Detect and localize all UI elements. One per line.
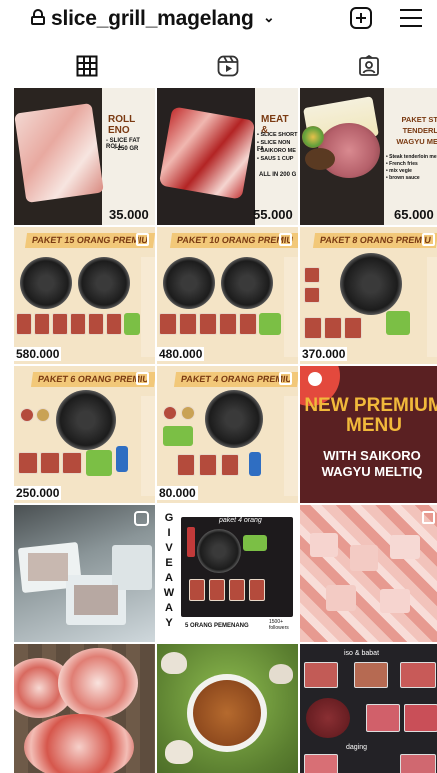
post-detail: • brown sauce [386,175,420,181]
hamburger-menu-button[interactable] [400,9,422,27]
carousel-icon [279,233,292,246]
post-detail: • SAIKORO ME [257,148,296,154]
tab-posts-grid[interactable] [14,46,159,86]
post-thumbnail[interactable]: PAKET 10 ORANG PREMIU 480.000 [157,227,298,364]
carousel-icon [422,511,435,524]
post-price: 250.000 [14,486,62,500]
post-label: daging [346,744,368,751]
post-detail: ALL IN 200 G [259,172,297,178]
post-thumbnail[interactable]: PAKET 6 ORANG PREMIU 250.000 [14,366,155,503]
post-price: 55.000 [253,207,293,222]
post-footer: 5 ORANG PEMENANG [185,623,249,629]
post-thumbnail[interactable]: PAKET 8 ORANG PREMIU 370.000 [300,227,437,364]
post-title: ROLL ENO [108,114,136,136]
post-detail: • SAUS 1 CUP [257,156,294,162]
carousel-icon [279,372,292,385]
posts-grid: ROLL ENO - SLICE FAT ROLL - 250 GR 35.00… [14,88,437,773]
post-followers: 1500+ followers [269,619,289,631]
post-label: iso & babat [344,650,380,657]
post-price: 370.000 [300,347,348,361]
post-subline: WITH SAIKORO WAGYU MELTIQ [321,448,423,479]
tab-tagged[interactable] [296,46,437,86]
post-detail: • SLICE SHORT [257,132,298,138]
post-thumbnail[interactable]: MEAT & • SLICE SHORT • SLICE NON FA • SA… [157,88,298,225]
post-title: PAKET ST TENDERL WAGYU ME [396,115,437,146]
post-title: PAKET 8 ORANG PREMIU [312,233,437,248]
tab-reels[interactable] [155,46,300,86]
post-thumbnail[interactable]: iso & babat daging [300,644,437,773]
post-price: 80.000 [157,486,198,500]
profile-header: slice_grill_magelang ⌄ [0,0,437,40]
lock-icon [31,9,45,25]
post-detail: • French fries [386,161,418,167]
post-thumbnail[interactable]: PAKET 15 ORANG PREMIU 580.000 [14,227,155,364]
create-post-button[interactable] [350,7,372,29]
post-thumbnail[interactable] [14,505,155,642]
post-note: paket 4 orang [219,517,262,524]
chevron-down-icon[interactable]: ⌄ [263,9,275,26]
post-price: 480.000 [157,347,205,361]
reel-icon [134,511,149,526]
post-thumbnail[interactable]: PAKET 4 ORANG PREMIU 80.000 [157,366,298,503]
post-price: 580.000 [14,347,62,361]
post-detail: • Steak tenderloin me [386,154,437,160]
post-price: 35.000 [109,207,149,222]
carousel-icon [136,372,149,385]
post-detail: • mix vegie [386,168,412,174]
post-headline: NEW PREMIUM MENU [304,395,437,436]
post-thumbnail[interactable] [300,505,437,642]
post-thumbnail[interactable] [157,644,298,773]
tagged-person-icon [358,55,379,76]
carousel-icon [136,233,149,246]
post-thumbnail[interactable] [14,644,155,773]
giveaway-letters: G I V E A W A Y [163,512,175,629]
profile-username[interactable]: slice_grill_magelang [51,7,254,31]
profile-tabs [0,46,437,86]
post-thumbnail[interactable]: NEW PREMIUM MENU WITH SAIKORO WAGYU MELT… [300,366,437,503]
carousel-icon [422,233,435,246]
post-price: 65.000 [394,207,434,222]
post-detail: - 250 GR [114,146,139,152]
post-thumbnail[interactable]: ROLL ENO - SLICE FAT ROLL - 250 GR 35.00… [14,88,155,225]
post-thumbnail[interactable]: PAKET ST TENDERL WAGYU ME • Steak tender… [300,88,437,225]
grid-icon [76,55,97,77]
reels-icon [217,55,238,77]
post-thumbnail[interactable]: G I V E A W A Y paket 4 orang 5 ORANG PE… [157,505,298,642]
